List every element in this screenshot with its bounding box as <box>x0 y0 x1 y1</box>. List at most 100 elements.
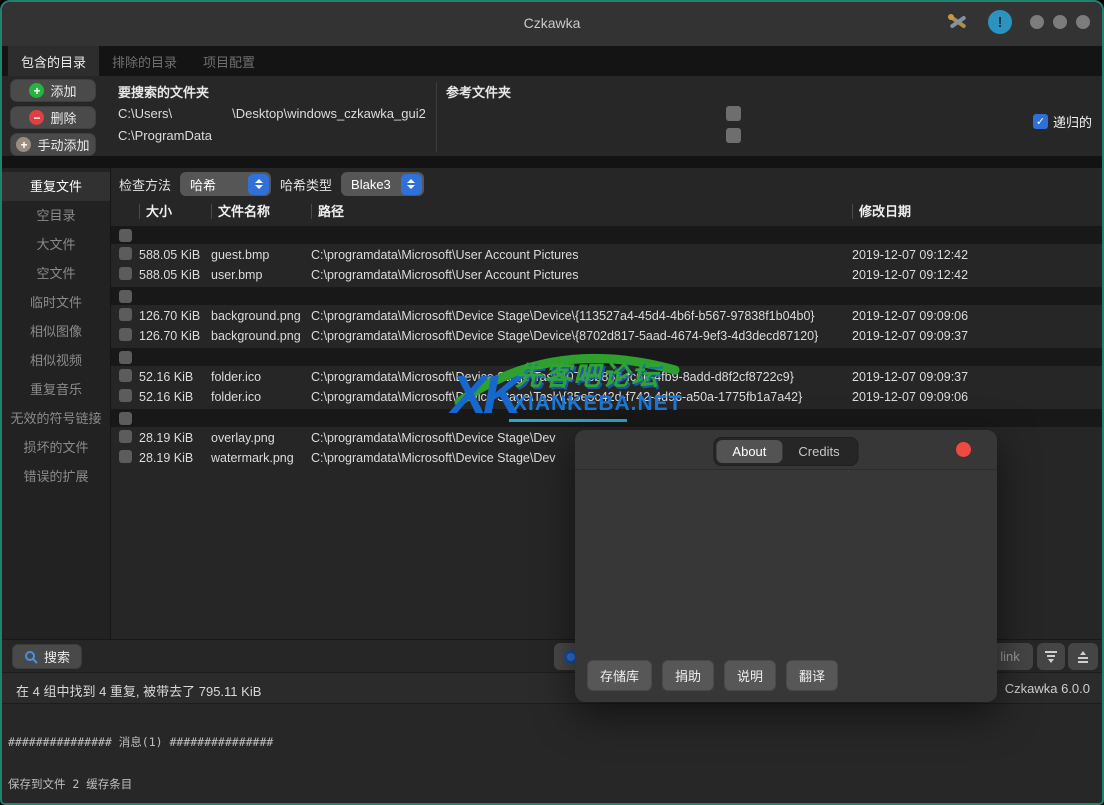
sidebar-item-bad-extensions[interactable]: 错误的扩展 <box>2 462 110 491</box>
cell-name: overlay.png <box>211 431 311 445</box>
col-size[interactable]: 大小 <box>139 204 211 219</box>
row-checkbox[interactable] <box>119 247 132 260</box>
manual-add-label: 手动添加 <box>37 135 89 154</box>
hardlink-label: link <box>1000 649 1020 664</box>
add-directory-button[interactable]: + 添加 <box>10 79 96 102</box>
search-icon <box>24 650 38 664</box>
panel-separator <box>2 156 1102 168</box>
cell-name: background.png <box>211 329 311 343</box>
log-output: ############### 消息(1) ############### 保存… <box>2 703 1102 803</box>
export-button[interactable] <box>1068 643 1098 670</box>
col-name[interactable]: 文件名称 <box>211 204 311 219</box>
column-divider <box>436 82 437 152</box>
group-checkbox[interactable] <box>119 351 132 364</box>
cell-path: C:\programdata\Microsoft\Device Stage\Ta… <box>311 370 852 384</box>
czkawka-window: Czkawka ! 包含的目录 排除的目录 项目配置 <box>0 0 1104 805</box>
dialog-close-button[interactable] <box>956 442 971 457</box>
manual-add-button[interactable]: + 手动添加 <box>10 133 96 156</box>
row-checkbox[interactable] <box>119 267 132 280</box>
cell-name: background.png <box>211 309 311 323</box>
tab-excluded-directories[interactable]: 排除的目录 <box>99 46 190 76</box>
directory-row[interactable]: C:\ProgramData <box>118 128 212 143</box>
translation-button[interactable]: 翻译 <box>786 660 838 691</box>
cell-size: 126.70 KiB <box>139 329 211 343</box>
remove-label: 删除 <box>50 108 76 127</box>
group-header-row[interactable] <box>111 409 1102 427</box>
tab-included-directories[interactable]: 包含的目录 <box>8 46 99 76</box>
info-icon[interactable]: ! <box>988 10 1012 34</box>
sidebar-item-empty-dirs[interactable]: 空目录 <box>2 201 110 230</box>
row-checkbox[interactable] <box>119 389 132 402</box>
sidebar-item-invalid-symlinks[interactable]: 无效的符号链接 <box>2 404 110 433</box>
directory-row[interactable]: C:\Users\\Desktop\windows_czkawka_gui2 <box>118 106 426 121</box>
dialog-tab-about[interactable]: About <box>716 440 782 463</box>
reference-checkbox[interactable] <box>726 106 741 121</box>
table-row[interactable]: 126.70 KiB background.png C:\programdata… <box>111 326 1102 346</box>
log-line: ############### 消息(1) ############### <box>8 735 1096 749</box>
group-header-row[interactable] <box>111 348 1102 366</box>
sidebar-item-big-files[interactable]: 大文件 <box>2 230 110 259</box>
row-checkbox[interactable] <box>119 430 132 443</box>
minimize-button[interactable] <box>1030 15 1044 29</box>
close-button[interactable] <box>1076 15 1090 29</box>
title-bar: Czkawka ! <box>2 2 1102 46</box>
table-row[interactable]: 52.16 KiB folder.ico C:\programdata\Micr… <box>111 367 1102 387</box>
table-row[interactable]: 126.70 KiB background.png C:\programdata… <box>111 306 1102 326</box>
col-path[interactable]: 路径 <box>311 204 852 219</box>
group-header-row[interactable] <box>111 287 1102 305</box>
chevron-updown-icon <box>401 174 422 195</box>
settings-tools-icon[interactable] <box>946 10 970 34</box>
sidebar-item-duplicate-files[interactable]: 重复文件 <box>2 172 110 201</box>
row-checkbox[interactable] <box>119 369 132 382</box>
row-checkbox[interactable] <box>119 308 132 321</box>
sidebar-item-empty-files[interactable]: 空文件 <box>2 259 110 288</box>
cell-name: watermark.png <box>211 451 311 465</box>
cell-size: 588.05 KiB <box>139 268 211 282</box>
instruction-button[interactable]: 说明 <box>724 660 776 691</box>
dialog-tab-credits[interactable]: Credits <box>782 440 855 463</box>
sidebar-item-broken-files[interactable]: 损坏的文件 <box>2 433 110 462</box>
col-date[interactable]: 修改日期 <box>852 204 1102 219</box>
table-row[interactable]: 588.05 KiB guest.bmp C:\programdata\Micr… <box>111 245 1102 265</box>
cell-path: C:\programdata\Microsoft\Device Stage\De… <box>311 329 852 343</box>
directories-panel: + 添加 − 删除 + 手动添加 要搜索的文件夹 参考文件夹 C:\Users\… <box>2 76 1102 156</box>
log-line: 保存到文件 2 缓存条目 <box>8 777 1096 791</box>
remove-directory-button[interactable]: − 删除 <box>10 106 96 129</box>
dialog-separator <box>575 469 997 470</box>
search-button[interactable]: 搜索 <box>12 644 82 669</box>
reference-folders-header: 参考文件夹 <box>446 82 511 101</box>
group-header-row[interactable] <box>111 226 1102 244</box>
recursive-checkbox[interactable]: ✓ <box>1033 114 1048 129</box>
cell-size: 28.19 KiB <box>139 431 211 445</box>
check-icon: ✓ <box>1036 115 1045 128</box>
cell-date: 2019-12-07 09:09:37 <box>852 370 1102 384</box>
repository-button[interactable]: 存储库 <box>587 660 652 691</box>
cell-name: guest.bmp <box>211 248 311 262</box>
table-row[interactable]: 52.16 KiB folder.ico C:\programdata\Micr… <box>111 387 1102 407</box>
reference-checkbox[interactable] <box>726 128 741 143</box>
sort-button[interactable] <box>1037 643 1065 670</box>
sidebar-item-duplicate-music[interactable]: 重复音乐 <box>2 375 110 404</box>
check-method-dropdown[interactable]: 哈希 <box>180 172 271 196</box>
sidebar-item-similar-images[interactable]: 相似图像 <box>2 317 110 346</box>
cell-path: C:\programdata\Microsoft\User Account Pi… <box>311 248 852 262</box>
maximize-button[interactable] <box>1053 15 1067 29</box>
group-checkbox[interactable] <box>119 229 132 242</box>
group-checkbox[interactable] <box>119 290 132 303</box>
sidebar-item-temp-files[interactable]: 临时文件 <box>2 288 110 317</box>
sidebar-item-similar-videos[interactable]: 相似视频 <box>2 346 110 375</box>
row-checkbox[interactable] <box>119 328 132 341</box>
table-header: 大小 文件名称 路径 修改日期 <box>111 200 1102 222</box>
row-checkbox[interactable] <box>119 450 132 463</box>
hash-type-label: 哈希类型 <box>280 175 332 194</box>
recursive-label: 递归的 <box>1053 112 1092 131</box>
check-method-label: 检查方法 <box>119 175 171 194</box>
cell-size: 28.19 KiB <box>139 451 211 465</box>
tab-project-config[interactable]: 项目配置 <box>190 46 268 76</box>
hash-type-dropdown[interactable]: Blake3 <box>341 172 424 196</box>
table-row[interactable]: 588.05 KiB user.bmp C:\programdata\Micro… <box>111 265 1102 285</box>
group-checkbox[interactable] <box>119 412 132 425</box>
cell-size: 52.16 KiB <box>139 370 211 384</box>
cell-path: C:\programdata\Microsoft\Device Stage\Ta… <box>311 390 852 404</box>
donation-button[interactable]: 捐助 <box>662 660 714 691</box>
